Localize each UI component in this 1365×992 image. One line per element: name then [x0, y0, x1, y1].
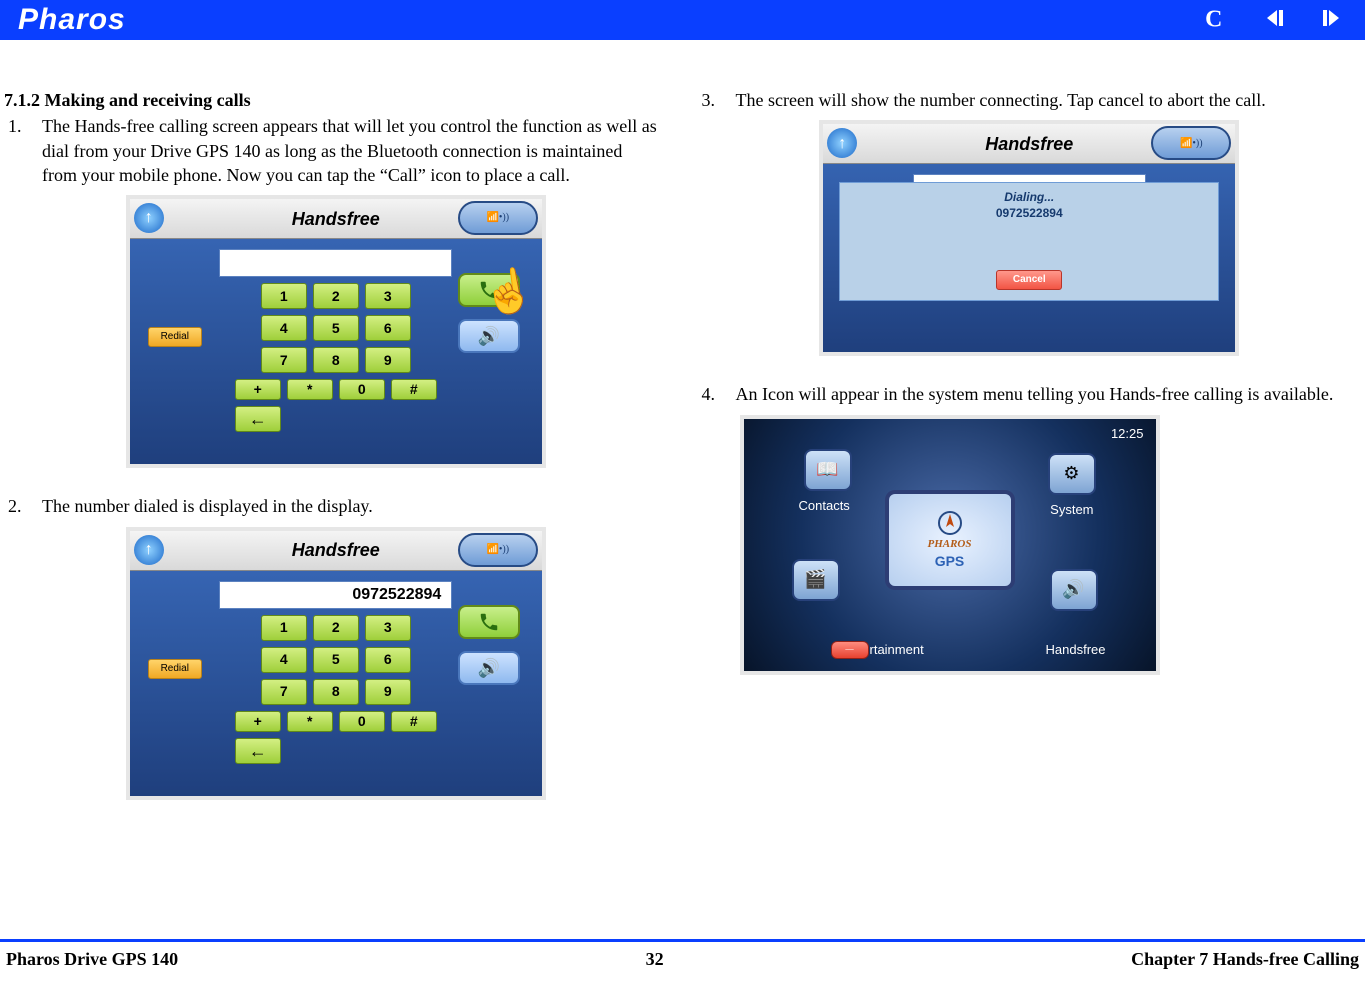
footer-page: 32: [646, 949, 664, 970]
dialing-number: 0972522894: [840, 205, 1218, 221]
svg-text:C: C: [1205, 6, 1222, 30]
step-3-num: 3.: [698, 88, 736, 112]
number-display: 0972522894: [219, 581, 452, 609]
handsfree-label: Handsfree: [1046, 641, 1106, 659]
number-display: [219, 249, 452, 277]
contacts-icon[interactable]: 📖: [804, 449, 852, 491]
key-3[interactable]: 3: [365, 615, 411, 641]
step-1: 1. The Hands-free calling screen appears…: [4, 114, 668, 187]
gps-center-button[interactable]: PHAROS GPS: [885, 490, 1015, 590]
step-2: 2. The number dialed is displayed in the…: [4, 494, 668, 518]
key-star[interactable]: *: [287, 711, 333, 732]
key-9[interactable]: 9: [365, 679, 411, 705]
footer-rule: [0, 939, 1365, 942]
tap-hand-icon: ☝: [478, 261, 538, 321]
key-5[interactable]: 5: [313, 315, 359, 341]
footer-left: Pharos Drive GPS 140: [6, 949, 178, 970]
key-1[interactable]: 1: [261, 283, 307, 309]
footer: Pharos Drive GPS 140 32 Chapter 7 Hands-…: [0, 949, 1365, 970]
step-3: 3. The screen will show the number conne…: [698, 88, 1362, 112]
screenshot-handsfree-empty: ↑ Handsfree 📶•)) 1 2 3 4 5 6 7 8: [126, 195, 546, 468]
key-7[interactable]: 7: [261, 347, 307, 373]
page-body: 7.1.2 Making and receiving calls 1. The …: [0, 40, 1365, 826]
dialing-dialog: Dialing... 0972522894 Cancel: [839, 182, 1219, 300]
up-arrow-icon: ↑: [827, 128, 857, 158]
call-button[interactable]: [458, 605, 520, 639]
clock-label: 12:25: [1111, 425, 1144, 443]
rtainment-label: rtainment: [870, 641, 924, 659]
step-1-num: 1.: [4, 114, 42, 187]
nav-icons: C: [1201, 5, 1347, 36]
step-4-num: 4.: [698, 382, 736, 406]
hangup-icon[interactable]: ⏤: [831, 641, 869, 659]
entertainment-icon[interactable]: 🎬: [792, 559, 840, 601]
up-arrow-icon: ↑: [134, 203, 164, 233]
compass-icon: [930, 509, 970, 537]
handsfree-icon[interactable]: 🔊: [1050, 569, 1098, 611]
system-label: System: [1050, 501, 1093, 519]
key-2[interactable]: 2: [313, 615, 359, 641]
key-5[interactable]: 5: [313, 647, 359, 673]
right-column: 3. The screen will show the number conne…: [698, 88, 1362, 826]
key-9[interactable]: 9: [365, 347, 411, 373]
contacts-label: Contacts: [799, 497, 850, 515]
screenshot-dialing: ↑ Handsfree 📶•)) 0972522894 Dialing... 0…: [819, 120, 1239, 356]
key-8[interactable]: 8: [313, 679, 359, 705]
key-0[interactable]: 0: [339, 379, 385, 400]
cancel-button[interactable]: Cancel: [996, 270, 1062, 290]
arrow-right-icon[interactable]: [1317, 5, 1347, 36]
step-1-text: The Hands-free calling screen appears th…: [42, 114, 668, 187]
step-2-num: 2.: [4, 494, 42, 518]
phone-signal-icon: 📶•)): [458, 201, 538, 235]
step-4-text: An Icon will appear in the system menu t…: [736, 382, 1362, 406]
key-hash[interactable]: #: [391, 711, 437, 732]
system-icon[interactable]: ⚙: [1048, 453, 1096, 495]
arrow-left-icon[interactable]: [1259, 5, 1289, 36]
dialing-label: Dialing...: [840, 189, 1218, 205]
handsfree-title: Handsfree: [292, 207, 380, 231]
backspace-icon[interactable]: ←: [235, 406, 281, 432]
key-plus[interactable]: +: [235, 711, 281, 732]
phone-signal-icon: 📶•)): [458, 533, 538, 567]
key-plus[interactable]: +: [235, 379, 281, 400]
speaker-button[interactable]: 🔊: [458, 651, 520, 685]
screenshot-handsfree-dialed: ↑ Handsfree 📶•)) 0972522894 1 2 3 4 5 6 …: [126, 527, 546, 800]
topbar: Pharos C: [0, 0, 1365, 40]
step-4: 4. An Icon will appear in the system men…: [698, 382, 1362, 406]
key-8[interactable]: 8: [313, 347, 359, 373]
key-7[interactable]: 7: [261, 679, 307, 705]
key-1[interactable]: 1: [261, 615, 307, 641]
left-column: 7.1.2 Making and receiving calls 1. The …: [4, 88, 668, 826]
gps-label: GPS: [935, 552, 965, 571]
screenshot-home-menu: 12:25 📖 Contacts ⚙ System 🎬 🔊 rtainment …: [740, 415, 1160, 675]
key-star[interactable]: *: [287, 379, 333, 400]
pharos-small-label: PHAROS: [927, 537, 971, 552]
handsfree-title: Handsfree: [292, 538, 380, 562]
speaker-button[interactable]: 🔊: [458, 319, 520, 353]
section-heading: 7.1.2 Making and receiving calls: [4, 88, 668, 112]
key-2[interactable]: 2: [313, 283, 359, 309]
redial-button[interactable]: Redial: [148, 659, 202, 679]
key-4[interactable]: 4: [261, 315, 307, 341]
redial-button[interactable]: Redial: [148, 327, 202, 347]
backspace-icon[interactable]: ←: [235, 738, 281, 764]
handsfree-title: Handsfree: [985, 132, 1073, 156]
key-0[interactable]: 0: [339, 711, 385, 732]
key-6[interactable]: 6: [365, 315, 411, 341]
key-6[interactable]: 6: [365, 647, 411, 673]
brand-logo: Pharos: [18, 3, 126, 37]
back-c-icon[interactable]: C: [1201, 5, 1231, 36]
key-4[interactable]: 4: [261, 647, 307, 673]
footer-right: Chapter 7 Hands-free Calling: [1131, 949, 1359, 970]
step-2-text: The number dialed is displayed in the di…: [42, 494, 668, 518]
up-arrow-icon: ↑: [134, 535, 164, 565]
step-3-text: The screen will show the number connecti…: [736, 88, 1362, 112]
key-hash[interactable]: #: [391, 379, 437, 400]
key-3[interactable]: 3: [365, 283, 411, 309]
phone-signal-icon: 📶•)): [1151, 126, 1231, 160]
